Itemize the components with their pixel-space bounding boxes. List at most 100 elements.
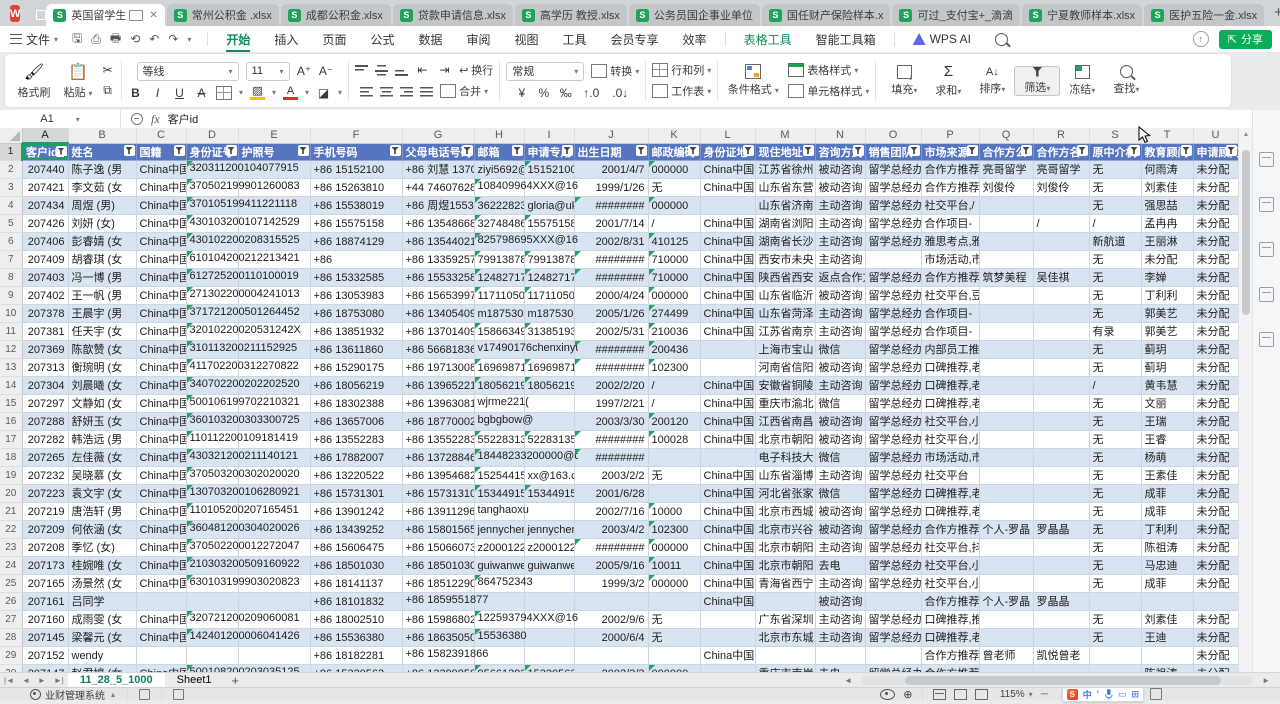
cell[interactable]: China中国 — [136, 611, 186, 629]
cell[interactable]: 被动咨询 — [815, 521, 865, 539]
cell[interactable] — [1033, 341, 1089, 359]
side-panel-icon[interactable] — [1259, 197, 1274, 212]
cell[interactable]: China中国 — [700, 161, 755, 179]
cell[interactable]: 2002/8/31 — [574, 233, 648, 251]
cell[interactable]: 未分配 — [1193, 197, 1238, 215]
cell[interactable]: 陈祖涛 — [1141, 665, 1193, 673]
sort-button[interactable]: A↓ 排序▾ — [970, 66, 1014, 96]
cell[interactable]: 825798695XXX@163. — [474, 233, 524, 251]
cell[interactable]: ######## — [574, 251, 648, 269]
cell[interactable]: 主动咨询 — [815, 305, 865, 323]
table-header-cell[interactable]: 教育顾问 — [1141, 143, 1193, 161]
cell[interactable]: 无 — [1089, 359, 1141, 377]
spreadsheet-grid[interactable]: ABCDEFGHIJKLMNOPQRSTU1客户id姓名国籍身份证号护照号手机号… — [0, 128, 1238, 672]
cell[interactable]: China中国 — [700, 269, 755, 287]
menu-item-工具[interactable]: 工具 — [551, 26, 599, 52]
row-header[interactable]: 23 — [0, 539, 22, 557]
cell[interactable]: 799138782 — [474, 251, 524, 269]
cell[interactable]: +86 1372884680 — [402, 449, 474, 467]
cell[interactable] — [979, 557, 1033, 575]
cell[interactable] — [1033, 359, 1089, 377]
filter-button[interactable] — [688, 145, 699, 156]
doc-tab[interactable]: S成都公积金.xlsx — [281, 4, 391, 26]
row-header[interactable]: 24 — [0, 557, 22, 575]
cell[interactable]: 吕同学 — [68, 593, 136, 611]
cell[interactable]: 110105200207165451 — [186, 503, 238, 521]
cell[interactable]: +86 15290175 — [310, 359, 402, 377]
cell[interactable]: 刘素佳 — [1141, 179, 1193, 197]
cell[interactable]: +86 56681836 — [402, 341, 474, 359]
cell[interactable]: 无 — [1089, 575, 1141, 593]
rows-columns-button[interactable]: 行和列▾ — [652, 62, 711, 78]
table-header-cell[interactable]: 申请顾问 — [1193, 143, 1238, 161]
cell[interactable] — [1033, 233, 1089, 251]
cell[interactable]: China中国 — [700, 215, 755, 233]
table-header-cell[interactable]: 父母电话号码 — [402, 143, 474, 161]
cell[interactable]: 207282 — [22, 431, 68, 449]
cell[interactable]: 未分配 — [1193, 521, 1238, 539]
cell[interactable]: 罗晶晶 — [1033, 521, 1089, 539]
cell[interactable]: 无 — [1089, 395, 1141, 413]
menu-item-视图[interactable]: 视图 — [503, 26, 551, 52]
cell[interactable]: China中国 — [136, 179, 186, 197]
cell[interactable]: 刘俊伶 — [1033, 179, 1089, 197]
cell[interactable]: 刘俊伶 — [979, 179, 1033, 197]
table-header-cell[interactable]: 姓名 — [68, 143, 136, 161]
cell[interactable]: 无 — [1089, 287, 1141, 305]
cell[interactable]: 未分配 — [1193, 341, 1238, 359]
cell[interactable] — [1089, 593, 1141, 611]
cell[interactable]: 王迪 — [1141, 629, 1193, 647]
cell-style-button[interactable]: 单元格样式▾ — [788, 83, 869, 99]
cell[interactable]: 102300 — [648, 359, 700, 377]
cell[interactable]: 未分配 — [1193, 449, 1238, 467]
cell[interactable]: jennychen — [524, 521, 574, 539]
cell[interactable]: 合作方推荐 — [921, 161, 979, 179]
cell[interactable] — [979, 665, 1033, 673]
cell[interactable]: 410125 — [648, 233, 700, 251]
cell[interactable]: 微信 — [815, 485, 865, 503]
cell[interactable] — [648, 647, 700, 665]
column-header-H[interactable]: H — [474, 128, 524, 143]
cell[interactable]: 社交平台,小 — [921, 431, 979, 449]
filter-button[interactable] — [1077, 145, 1088, 156]
font-color-icon[interactable]: A — [283, 86, 298, 100]
cell[interactable]: 被动咨询 — [815, 503, 865, 521]
cell[interactable]: 未分配 — [1193, 503, 1238, 521]
cell[interactable] — [1033, 323, 1089, 341]
next-sheet-icon[interactable]: ► — [34, 676, 50, 685]
cell[interactable] — [979, 215, 1033, 233]
cell[interactable]: 15320563 — [524, 665, 574, 673]
cell[interactable]: 河南省信阳 — [755, 359, 815, 377]
row-header[interactable]: 13 — [0, 359, 22, 377]
cell[interactable]: ######## — [574, 449, 648, 467]
cell[interactable]: +86 13439252 — [310, 521, 402, 539]
cell[interactable]: 207297 — [22, 395, 68, 413]
cell[interactable]: 无 — [648, 611, 700, 629]
preview-icon[interactable]: ⟲ — [130, 32, 140, 46]
cell[interactable]: 142401200006041426 — [186, 629, 238, 647]
cell[interactable]: ######## — [574, 269, 648, 287]
cell[interactable] — [979, 449, 1033, 467]
cell[interactable]: 2001/4/7 — [574, 161, 648, 179]
cell[interactable]: 207426 — [22, 215, 68, 233]
cell[interactable]: 湖南省长沙 — [755, 233, 815, 251]
cell[interactable]: 799138782 — [524, 251, 574, 269]
cell[interactable]: 310113200211152925 — [186, 341, 238, 359]
cell[interactable]: 成菲 — [1141, 485, 1193, 503]
cell[interactable]: 合作方推荐 — [921, 665, 979, 673]
cell[interactable]: 169698712 — [524, 359, 574, 377]
cell[interactable]: / — [648, 215, 700, 233]
cell[interactable]: +86 — [310, 251, 402, 269]
cell[interactable]: / — [648, 395, 700, 413]
cell[interactable]: 180562199 — [524, 377, 574, 395]
cell[interactable]: 未分配 — [1193, 413, 1238, 431]
cell[interactable]: 筑梦美程 — [979, 269, 1033, 287]
row-header[interactable]: 22 — [0, 521, 22, 539]
column-header-T[interactable]: T — [1141, 128, 1193, 143]
cell[interactable]: m1875308 — [524, 305, 574, 323]
cell[interactable]: China中国 — [136, 431, 186, 449]
cell[interactable]: 207173 — [22, 557, 68, 575]
filter-button[interactable] — [967, 145, 978, 156]
cell[interactable]: 未分配 — [1193, 233, 1238, 251]
cell[interactable] — [979, 485, 1033, 503]
